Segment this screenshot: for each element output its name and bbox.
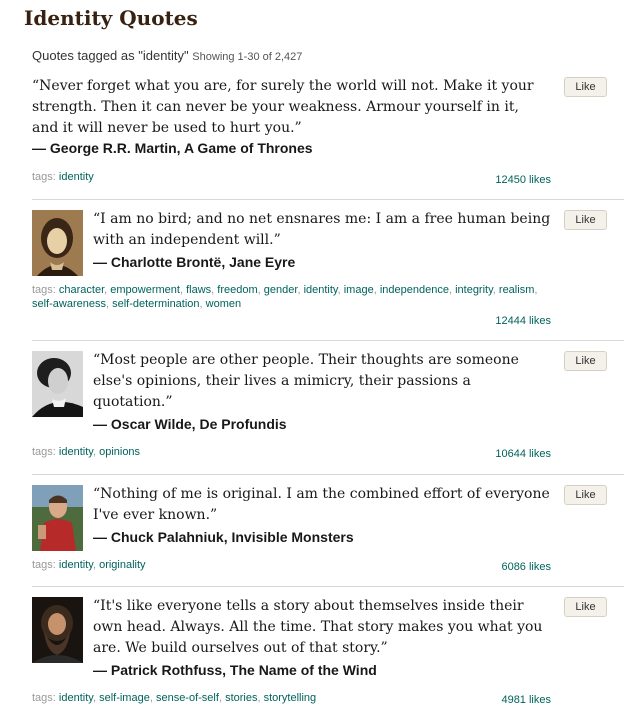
author-photo-image (32, 597, 83, 663)
tag-link[interactable]: originality (99, 559, 145, 571)
author-photo[interactable] (32, 351, 83, 417)
quote-item: “Never forget what you are, for surely t… (32, 70, 624, 200)
results-count: Showing 1-30 of 2,427 (192, 51, 303, 63)
tag-link[interactable]: independence (380, 284, 449, 296)
author-photo-image (32, 485, 83, 551)
tag-link[interactable]: identity (304, 284, 338, 296)
tags-label: tags: (32, 559, 59, 571)
quote-item: “Nothing of me is original. I am the com… (32, 475, 624, 587)
tag-link[interactable]: self-determination (112, 298, 199, 310)
like-button[interactable]: Like (564, 351, 607, 371)
tag-link[interactable]: gender (264, 284, 298, 296)
tag-link[interactable]: self-image (99, 692, 150, 704)
quote-text: “Never forget what you are, for surely t… (32, 78, 534, 136)
tags-label: tags: (32, 284, 59, 296)
author-photo-image (32, 351, 83, 417)
quote-text: “Most people are other people. Their tho… (93, 352, 519, 410)
likes-count[interactable]: 12450 likes (495, 174, 551, 186)
author-photo[interactable] (32, 210, 83, 276)
likes-count[interactable]: 10644 likes (495, 448, 551, 460)
tag-link[interactable]: freedom (217, 284, 257, 296)
like-button[interactable]: Like (564, 597, 607, 617)
quote-author[interactable]: ― Oscar Wilde, De Profundis (93, 416, 287, 432)
like-button[interactable]: Like (564, 485, 607, 505)
page-title: Identity Quotes (24, 6, 198, 30)
tag-link[interactable]: image (344, 284, 374, 296)
quote-item: “It's like everyone tells a story about … (32, 587, 624, 721)
tag-link[interactable]: storytelling (264, 692, 317, 704)
likes-count[interactable]: 6086 likes (501, 561, 551, 573)
like-button[interactable]: Like (564, 210, 607, 230)
quote-item: “Most people are other people. Their tho… (32, 341, 624, 475)
tag-link[interactable]: empowerment (110, 284, 180, 296)
quote-tags: tags: identity, originality (32, 559, 146, 571)
likes-count[interactable]: 12444 likes (495, 315, 551, 327)
author-photo[interactable] (32, 597, 83, 663)
quote-text: “Nothing of me is original. I am the com… (93, 486, 550, 523)
quote-text: “It's like everyone tells a story about … (93, 598, 543, 656)
author-photo[interactable] (32, 485, 83, 551)
like-button[interactable]: Like (564, 77, 607, 97)
quote-text: “I am no bird; and no net ensnares me: I… (93, 211, 551, 248)
tag-link[interactable]: sense-of-self (156, 692, 219, 704)
tag-link[interactable]: identity (59, 171, 94, 183)
tags-label: tags: (32, 171, 59, 183)
tag-link[interactable]: self-awareness (32, 298, 106, 310)
tag-link[interactable]: women (206, 298, 241, 310)
quote-tags: tags: character, empowerment, flaws, fre… (32, 284, 538, 310)
tag-link[interactable]: character (59, 284, 104, 296)
subheader-tag-label: Quotes tagged as "identity" (32, 48, 189, 63)
quote-author[interactable]: ― Patrick Rothfuss, The Name of the Wind (93, 662, 377, 678)
tag-link[interactable]: identity (59, 692, 93, 704)
tag-link[interactable]: realism (499, 284, 534, 296)
tags-label: tags: (32, 446, 59, 458)
quote-item: “I am no bird; and no net ensnares me: I… (32, 200, 624, 341)
subheader: Quotes tagged as "identity" Showing 1-30… (32, 48, 302, 63)
quote-author[interactable]: ― Charlotte Brontë, Jane Eyre (93, 254, 295, 270)
tag-link[interactable]: identity (59, 559, 93, 571)
quote-tags: tags: identity, self-image, sense-of-sel… (32, 692, 317, 704)
author-photo-image (32, 210, 83, 276)
tags-label: tags: (32, 692, 59, 704)
quote-author[interactable]: ― George R.R. Martin, A Game of Thrones (32, 140, 313, 156)
tag-link[interactable]: flaws (186, 284, 211, 296)
quote-author[interactable]: ― Chuck Palahniuk, Invisible Monsters (93, 529, 354, 545)
quote-tags: tags: identity (32, 170, 542, 184)
tag-link[interactable]: integrity (455, 284, 493, 296)
tag-link[interactable]: identity (59, 446, 93, 458)
quote-tags: tags: identity, opinions (32, 446, 141, 458)
likes-count[interactable]: 4981 likes (501, 694, 551, 706)
tag-link[interactable]: opinions (99, 446, 140, 458)
tag-link[interactable]: stories (225, 692, 257, 704)
